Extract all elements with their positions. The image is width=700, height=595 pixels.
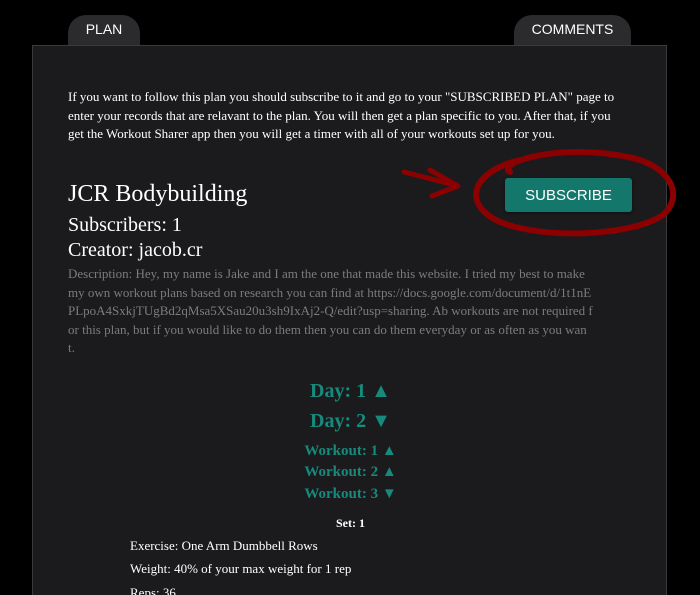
plan-title: JCR Bodybuilding (68, 181, 248, 207)
workout-1-toggle[interactable]: Workout: 1 ▲ (33, 443, 666, 460)
exercise-weight: Weight: 40% of your max weight for 1 rep (130, 561, 352, 576)
set-label: Set: 1 (336, 516, 365, 530)
subscriber-count: Subscribers: 1 (68, 214, 182, 236)
plan-panel: If you want to follow this plan you shou… (32, 45, 667, 595)
day-1-toggle[interactable]: Day: 1 ▲ (33, 380, 666, 403)
plan-creator: Creator: jacob.cr (68, 239, 203, 261)
plan-description: Description: Hey, my name is Jake and I … (68, 266, 593, 355)
workout-2-toggle[interactable]: Workout: 2 ▲ (33, 464, 666, 481)
day-2-toggle[interactable]: Day: 2 ▼ (33, 410, 666, 433)
subscribe-button[interactable]: SUBSCRIBE (505, 178, 632, 212)
intro-text: If you want to follow this plan you shou… (68, 89, 615, 141)
exercise-name: Exercise: One Arm Dumbbell Rows (130, 538, 318, 553)
exercise-reps: Reps: 36 (130, 585, 176, 595)
workout-3-toggle[interactable]: Workout: 3 ▼ (33, 486, 666, 503)
